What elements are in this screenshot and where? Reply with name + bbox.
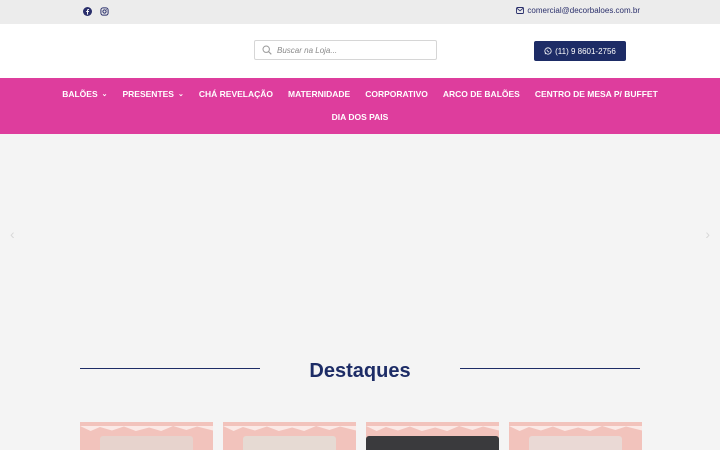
product-image (366, 436, 499, 450)
nav-row-primary: BALÕES ⌄ PRESENTES ⌄ CHÁ REVELAÇÃO MATERNIDAD… (0, 89, 720, 99)
product-image (243, 436, 336, 450)
nav-item-label: CENTRO DE MESA P/ BUFFET (534, 89, 658, 99)
chevron-down-icon: ⌄ (177, 91, 184, 98)
whatsapp-button[interactable]: (11) 9 8601-2756 (534, 41, 626, 61)
nav-row-secondary: DIA DOS PAIS (0, 112, 720, 122)
main-nav: BALÕES ⌄ PRESENTES ⌄ CHÁ REVELAÇÃO MATERNIDAD… (0, 78, 720, 134)
featured-products (80, 422, 642, 450)
nav-item-label: BALÕES (62, 89, 98, 99)
nav-item-label: PRESENTES (122, 89, 174, 99)
nav-item-baloes[interactable]: BALÕES ⌄ (62, 89, 107, 99)
nav-item-label: MATERNIDADE (288, 89, 351, 99)
nav-item-label: ARCO DE BALÕES (442, 89, 520, 99)
facebook-icon[interactable] (83, 7, 92, 16)
card-torn-edge (509, 426, 642, 431)
nav-item-maternidade[interactable]: MATERNIDADE (288, 89, 350, 99)
site-header: (11) 9 8601-2756 (0, 24, 720, 78)
nav-item-dia-dos-pais[interactable]: DIA DOS PAIS (332, 112, 389, 122)
product-card[interactable] (80, 422, 213, 450)
product-image (100, 436, 193, 450)
nav-item-label: DIA DOS PAIS (331, 112, 389, 122)
nav-item-corporativo[interactable]: CORPORATIVO (365, 89, 428, 99)
card-torn-edge (366, 426, 499, 431)
slider-prev-arrow-icon[interactable]: ‹ (10, 226, 15, 242)
slider-next-arrow-icon[interactable]: › (705, 226, 710, 242)
hero-slider: ‹ › (0, 134, 720, 334)
nav-item-presentes[interactable]: PRESENTES ⌄ (122, 89, 183, 99)
top-bar: comercial@decorbaloes.com.br (0, 0, 720, 24)
instagram-icon[interactable] (100, 7, 109, 16)
product-card[interactable] (366, 422, 499, 450)
nav-item-cha-revelacao[interactable]: CHÁ REVELAÇÃO (199, 89, 273, 99)
product-card[interactable] (509, 422, 642, 450)
product-card[interactable] (223, 422, 356, 450)
email-link[interactable]: comercial@decorbaloes.com.br (516, 6, 640, 15)
search-icon (262, 45, 272, 55)
envelope-icon (516, 7, 525, 14)
nav-item-label: CORPORATIVO (365, 89, 428, 99)
whatsapp-label: (11) 9 8601-2756 (555, 46, 616, 56)
nav-item-centro-de-mesa-p-buffet[interactable]: CENTRO DE MESA P/ BUFFET (535, 89, 658, 99)
featured-title: Destaques (309, 360, 411, 382)
chevron-down-icon: ⌄ (101, 91, 108, 98)
search-box[interactable] (254, 40, 437, 60)
social-links (83, 7, 109, 16)
card-torn-edge (223, 426, 356, 431)
product-image (529, 436, 622, 450)
email-text: comercial@decorbaloes.com.br (527, 6, 640, 15)
title-divider-right (460, 368, 640, 369)
search-input[interactable] (277, 45, 427, 55)
card-torn-edge (80, 426, 213, 431)
whatsapp-icon (544, 47, 552, 55)
nav-item-arco-de-baloes[interactable]: ARCO DE BALÕES (443, 89, 520, 99)
nav-item-label: CHÁ REVELAÇÃO (198, 89, 274, 99)
